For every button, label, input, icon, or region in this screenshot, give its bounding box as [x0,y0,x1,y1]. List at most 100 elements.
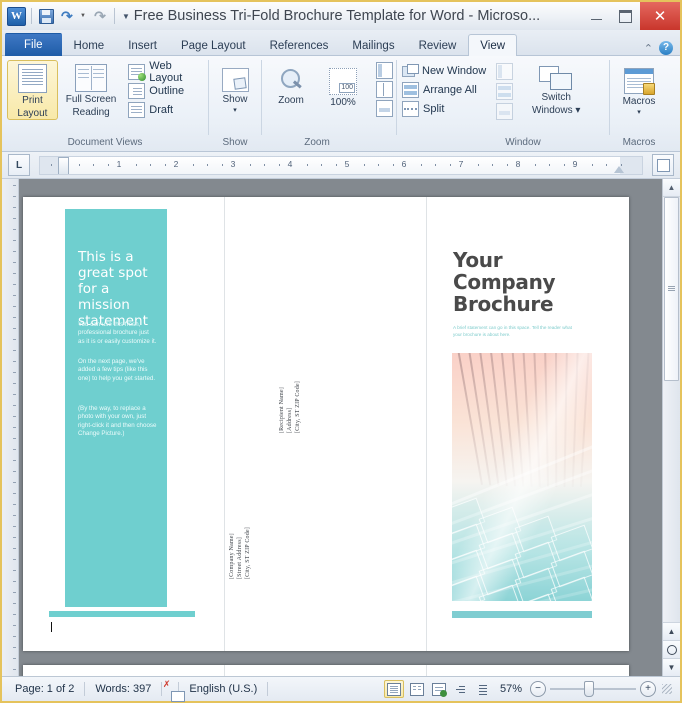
zoom-slider[interactable] [550,681,636,697]
undo-dropdown-icon[interactable]: ▼ [79,7,88,25]
split-label: Split [423,102,445,115]
switch-windows-label-1: Switch [541,92,571,103]
status-right-controls: 57% − + [383,680,677,698]
zoom-out-button[interactable]: − [530,681,546,697]
tab-stop-selector[interactable]: L [8,154,30,176]
ribbon: Print Layout Full Screen Reading Web Lay… [2,56,680,152]
tab-view[interactable]: View [468,34,518,57]
vertical-scrollbar[interactable]: ▲ ▲ ▼ [662,179,680,676]
ribbon-group-zoom: Zoom 100 100% Zoom [262,56,372,151]
zoom-magnifier-icon [279,68,304,93]
macros-icon [624,68,655,95]
tab-mailings[interactable]: Mailings [340,34,406,57]
brochure-title[interactable]: Your Company Brochure [453,249,583,315]
customize-quick-access-icon[interactable]: ▼ [120,7,132,25]
new-window-icon [402,63,419,78]
document-canvas[interactable]: This is a great spot for a mission state… [19,179,662,676]
page-number-status[interactable]: Page: 1 of 2 [5,683,84,695]
scrollbar-track[interactable] [663,197,680,622]
reset-window-position-icon [496,103,514,120]
print-layout-label-1: Print [22,95,43,106]
arrange-all-icon [402,81,419,98]
tab-page-layout[interactable]: Page Layout [169,34,258,57]
switch-windows-icon [539,66,573,90]
window-controls: ✕ [582,2,680,30]
full-screen-reading-icon [75,64,108,92]
document-work-area: This is a great spot for a mission state… [2,179,680,676]
recipient-address-block[interactable]: [Recipient Name] [Address] [City, ST ZIP… [278,381,302,433]
macros-dropdown-icon[interactable]: ▾ [637,109,641,116]
word-count-status[interactable]: Words: 397 [85,683,161,695]
word-application-window: W ↶ ▼ ↷ ▼ Free Business Tri-Fold Brochur… [0,0,682,703]
one-page-icon[interactable] [375,62,393,79]
group-label-window: Window [505,137,541,148]
indent-marker[interactable] [58,156,69,174]
close-button[interactable]: ✕ [640,2,680,30]
outline-button[interactable]: Outline [128,81,203,100]
tab-review[interactable]: Review [407,34,469,57]
panel-fold-line [224,197,225,651]
macros-button[interactable]: Macros ▾ [615,64,663,117]
status-bar: Page: 1 of 2 Words: 397 ✗ English (U.S.)… [2,676,680,702]
zoom-100-label: 100% [330,97,356,108]
switch-windows-button[interactable]: Switch Windows ▾ [525,61,587,117]
show-button[interactable]: Show ▾ [214,64,256,115]
zoom-button[interactable]: Zoom [267,64,315,107]
draft-button[interactable]: Draft [128,100,203,119]
brochure-subtitle[interactable]: A brief statement can go in this space. … [453,325,573,338]
group-label-macros: Macros [622,137,656,148]
select-browse-object-button[interactable] [663,640,680,658]
tab-references[interactable]: References [258,34,341,57]
next-page-button[interactable]: ▼ [663,658,680,676]
web-layout-button[interactable]: Web Layout [128,60,203,84]
language-status[interactable]: English (U.S.) [179,683,267,695]
previous-page-button[interactable]: ▲ [663,622,680,640]
right-indent-marker[interactable] [614,165,624,173]
scroll-up-button[interactable]: ▲ [663,179,680,197]
mission-statement-panel[interactable]: This is a great spot for a mission state… [65,209,167,607]
split-button[interactable]: Split [402,99,486,118]
undo-icon[interactable]: ↶ [58,7,76,25]
mission-paragraph-3: (By the way, to replace a photo with you… [78,405,157,438]
page2-ghost-text: Here's a great place for a short product… [47,675,267,676]
document-page-2[interactable]: Here's a great place for a short product… [23,665,629,676]
tab-insert[interactable]: Insert [116,34,169,57]
new-window-button[interactable]: New Window [402,61,486,80]
panel-fold-line [426,197,427,651]
two-pages-icon[interactable] [375,81,393,98]
web-layout-view-icon[interactable] [430,681,448,697]
print-layout-view-icon[interactable] [383,680,404,698]
group-label-zoom: Zoom [304,137,330,148]
ribbon-group-show: Show ▾ Show [209,56,261,151]
horizontal-ruler[interactable]: 1 2 3 4 5 6 7 8 9 [39,155,643,175]
outline-icon [128,82,146,99]
minimize-ribbon-icon[interactable]: ⌃ [644,42,653,55]
page-width-icon[interactable] [375,100,393,117]
resize-grip-icon[interactable] [662,684,672,694]
redo-icon[interactable]: ↷ [91,7,109,25]
save-icon[interactable] [37,7,55,25]
zoom-in-button[interactable]: + [640,681,656,697]
zoom-100-button[interactable]: 100 100% [319,64,367,109]
tab-home[interactable]: Home [62,34,117,57]
ruler-number: 1 [116,158,122,169]
glass-office-building-photo[interactable] [452,353,592,601]
minimize-button[interactable] [582,2,611,30]
draft-view-icon[interactable] [474,681,492,697]
arrange-all-button[interactable]: Arrange All [402,80,486,99]
print-layout-button[interactable]: Print Layout [7,60,58,120]
help-icon[interactable]: ? [659,41,673,55]
show-dropdown-icon[interactable]: ▾ [233,107,237,114]
full-screen-reading-button[interactable]: Full Screen Reading [62,60,120,119]
maximize-button[interactable] [611,2,640,30]
scrollbar-thumb[interactable] [664,197,679,381]
outline-view-icon[interactable] [452,681,470,697]
zoom-slider-thumb[interactable] [584,681,595,697]
document-page-1[interactable]: This is a great spot for a mission state… [23,197,629,651]
right-panel-accent-bar [452,611,592,618]
tab-file[interactable]: File [5,33,62,57]
full-screen-reading-view-icon[interactable] [408,681,426,697]
return-address-block[interactable]: [Company Name] [Street Address] [City, S… [228,527,252,579]
view-rulers-icon[interactable] [652,154,674,176]
draft-icon [128,101,146,118]
